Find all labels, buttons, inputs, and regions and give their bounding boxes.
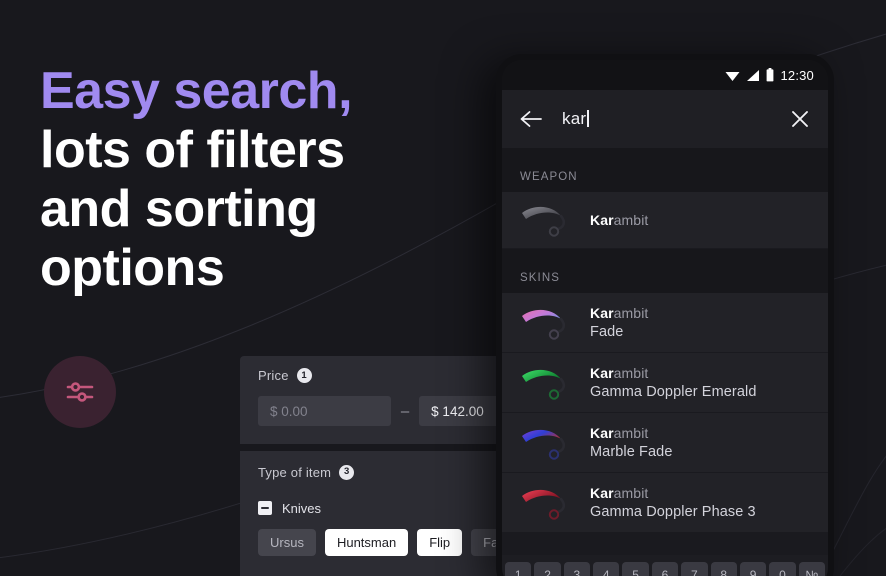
close-icon[interactable] (790, 109, 810, 129)
key-1[interactable]: 1 (505, 562, 532, 576)
karambit-icon (522, 206, 566, 237)
wifi-icon (725, 71, 740, 81)
list-item-text: Karambit Fade (590, 305, 648, 340)
match-highlight: Kar (590, 305, 614, 321)
karambit-fade-icon (522, 309, 566, 340)
knives-label: Knives (282, 500, 322, 516)
key-6[interactable]: 6 (651, 562, 679, 576)
item-subtitle: Marble Fade (590, 444, 673, 460)
list-item[interactable]: Karambit Marble Fade (502, 413, 828, 473)
item-subtitle: Gamma Doppler Emerald (590, 384, 757, 400)
search-input[interactable]: kar (562, 109, 770, 129)
item-title: Karambit (590, 485, 649, 501)
type-of-item-label: Type of item (258, 464, 332, 480)
chip-ursus[interactable]: Ursus (258, 529, 316, 556)
item-title: Karambit (590, 212, 649, 228)
section-header-skins: SKINS (502, 249, 828, 293)
section-header-weapon: WEAPON (502, 148, 828, 192)
key-5[interactable]: 5 (622, 562, 649, 576)
chip-flip[interactable]: Flip (417, 529, 463, 556)
on-screen-keyboard: 1 2 3 4 5 6 7 8 9 0 № (502, 555, 828, 576)
list-item-text: Karambit (590, 212, 648, 228)
key-4[interactable]: 4 (593, 562, 620, 576)
list-item[interactable]: Karambit Gamma Doppler Phase 3 (502, 473, 828, 533)
chip-huntsman[interactable]: Huntsman (324, 529, 409, 556)
key-3[interactable]: 3 (563, 562, 591, 576)
match-highlight: Kar (590, 212, 614, 228)
search-query-text: kar (562, 109, 587, 128)
item-subtitle: Gamma Doppler Phase 3 (590, 504, 756, 520)
karambit-gamma-doppler-phase-3-icon (522, 489, 566, 520)
page-title: Easy search, lots of filters and sorting… (40, 62, 460, 298)
status-bar-clock: 12:30 (780, 67, 814, 83)
key-8[interactable]: 8 (710, 562, 737, 576)
promo-screenshot: Easy search, lots of filters and sorting… (0, 0, 886, 576)
arrow-left-icon[interactable] (520, 110, 542, 128)
signal-icon (747, 69, 760, 81)
item-title: Karambit (590, 365, 649, 381)
item-title: Karambit (590, 305, 649, 321)
phone-mockup: 12:30 kar WEAPON Karambit SKINS Karambit… (496, 54, 834, 576)
headline-line-2: lots of filters (40, 121, 345, 179)
match-highlight: Kar (590, 425, 614, 441)
item-subtitle: Fade (590, 324, 624, 340)
search-bar: kar (502, 90, 828, 148)
headline-line-1: Easy search, (40, 62, 353, 120)
status-bar: 12:30 (502, 60, 828, 90)
karambit-marble-fade-icon (522, 429, 566, 460)
list-item-text: Karambit Gamma Doppler Phase 3 (590, 485, 756, 520)
match-highlight: Kar (590, 365, 614, 381)
price-label: Price (258, 368, 289, 383)
match-highlight: Kar (590, 485, 614, 501)
price-range-separator: – (400, 402, 410, 420)
headline-line-3: and sorting (40, 180, 318, 238)
price-min-input[interactable]: $ 0.00 (258, 396, 391, 426)
key-7[interactable]: 7 (681, 562, 708, 576)
battery-icon (767, 68, 774, 82)
filter-orb (44, 356, 116, 428)
sliders-icon (66, 382, 94, 402)
text-caret (587, 110, 589, 127)
keyboard-number-row: 1 2 3 4 5 6 7 8 9 0 № (505, 562, 825, 576)
phone-screen: 12:30 kar WEAPON Karambit SKINS Karambit… (502, 60, 828, 576)
list-item[interactable]: Karambit Gamma Doppler Emerald (502, 353, 828, 413)
karambit-gamma-doppler-emerald-icon (522, 369, 566, 400)
price-badge: 1 (296, 368, 312, 383)
knives-checkbox[interactable] (258, 501, 272, 515)
list-item[interactable]: Karambit (502, 192, 828, 249)
list-item[interactable]: Karambit Fade (502, 293, 828, 353)
type-of-item-badge: 3 (339, 464, 355, 480)
item-title: Karambit (590, 425, 649, 441)
headline-line-4: options (40, 239, 225, 297)
list-item-text: Karambit Marble Fade (590, 425, 673, 460)
key-numero[interactable]: № (798, 562, 825, 576)
key-9[interactable]: 9 (739, 562, 767, 576)
key-0[interactable]: 0 (769, 562, 796, 576)
list-item-text: Karambit Gamma Doppler Emerald (590, 365, 757, 400)
key-2[interactable]: 2 (534, 562, 561, 576)
